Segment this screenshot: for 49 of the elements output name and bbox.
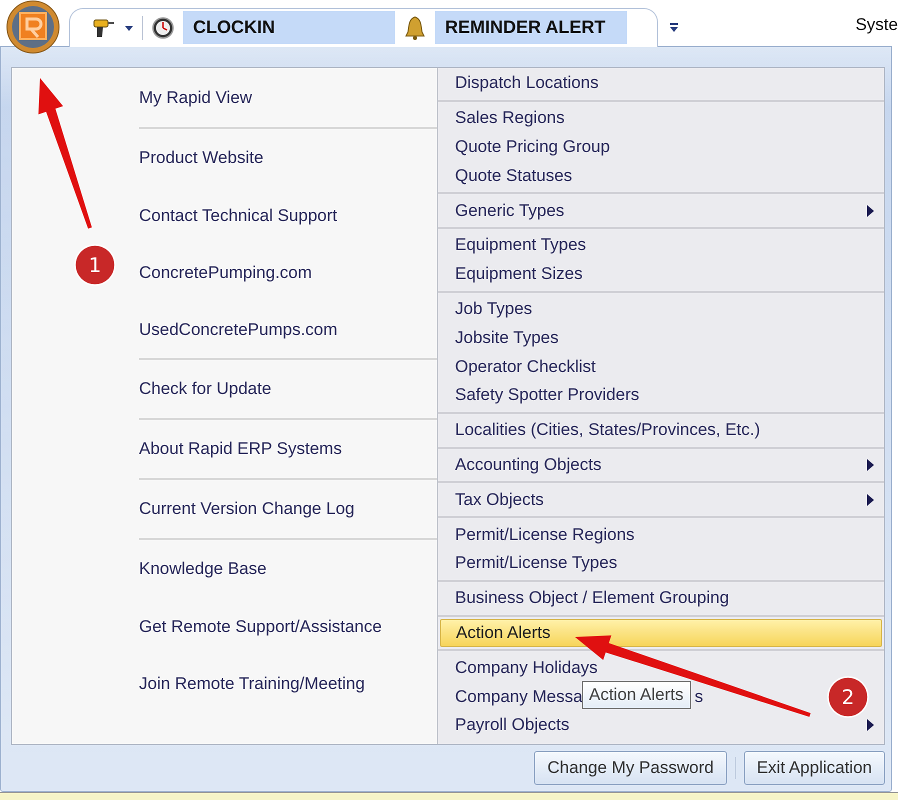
app-menu-button[interactable]: [5, 0, 61, 55]
menu-item[interactable]: Business Object / Element Grouping: [455, 588, 874, 608]
reminder-alert-label[interactable]: REMINDER ALERT: [435, 11, 627, 44]
step-badge: [74, 244, 116, 286]
menu-item[interactable]: Safety Spotter Providers: [455, 385, 874, 406]
step-number: 2: [842, 685, 854, 709]
change-password-button[interactable]: Change My Password: [534, 751, 727, 786]
highlighted-menu-item[interactable]: Action Alerts: [440, 618, 882, 648]
menu-item[interactable]: Product Website: [139, 148, 264, 168]
menu-item[interactable]: Company Holidays: [455, 658, 874, 678]
menu-item[interactable]: Accounting Objects: [455, 454, 874, 475]
menu-item[interactable]: Dispatch Locations: [455, 73, 874, 94]
menu-item[interactable]: Equipment Sizes: [455, 264, 874, 284]
menu-item[interactable]: Quote Statuses: [455, 166, 874, 186]
menu-item[interactable]: Permit/License Regions: [455, 524, 874, 545]
menu-item[interactable]: Jobsite Types: [455, 328, 874, 348]
menu-item[interactable]: Sales Regions: [455, 108, 874, 128]
menu-item[interactable]: My Rapid View: [139, 88, 252, 108]
menu-item[interactable]: About Rapid ERP Systems: [139, 439, 342, 459]
menu-item[interactable]: Current Version Change Log: [139, 499, 354, 519]
menu-item[interactable]: Payroll Objects: [455, 715, 874, 736]
menu-item[interactable]: Quote Pricing Group: [455, 136, 874, 157]
menu-item[interactable]: Tax Objects: [455, 490, 874, 510]
menu-item[interactable]: Job Types: [455, 298, 874, 319]
caret-icon[interactable]: [124, 24, 134, 32]
menu-item[interactable]: Operator Checklist: [455, 356, 874, 377]
menu-item[interactable]: Join Remote Training/Meeting: [139, 674, 365, 694]
menu-item[interactable]: Permit/License Types: [455, 553, 874, 574]
menu-item[interactable]: ConcretePumping.com: [139, 262, 312, 282]
menu-item[interactable]: Check for Update: [139, 379, 272, 399]
exit-application-button[interactable]: Exit Application: [744, 751, 885, 786]
window-title: Syste: [855, 15, 898, 35]
menu-item[interactable]: Localities (Cities, States/Provinces, Etc.): [455, 420, 874, 440]
clock-icon[interactable]: [151, 16, 175, 40]
menu-item-fragment[interactable]: s: [694, 686, 704, 707]
customize-toolbar-icon[interactable]: [668, 20, 680, 34]
clock-in-label[interactable]: CLOCKIN: [183, 11, 395, 44]
menu-item[interactable]: Generic Types: [455, 200, 874, 221]
menu-item[interactable]: Knowledge Base: [139, 559, 267, 579]
menu-item[interactable]: Contact Technical Support: [139, 206, 338, 226]
step-number: 1: [88, 253, 102, 277]
step-badge: [827, 676, 869, 718]
bell-icon[interactable]: [403, 14, 427, 40]
menu-item[interactable]: Equipment Types: [455, 235, 874, 256]
menu-item[interactable]: UsedConcretePumps.com: [139, 320, 338, 340]
tooltip: Action Alerts: [582, 681, 690, 709]
app-logo-icon: [6, 0, 60, 54]
menu-item[interactable]: Get Remote Support/Assistance: [139, 616, 382, 636]
menu-item[interactable]: Company Messa: [455, 686, 583, 707]
